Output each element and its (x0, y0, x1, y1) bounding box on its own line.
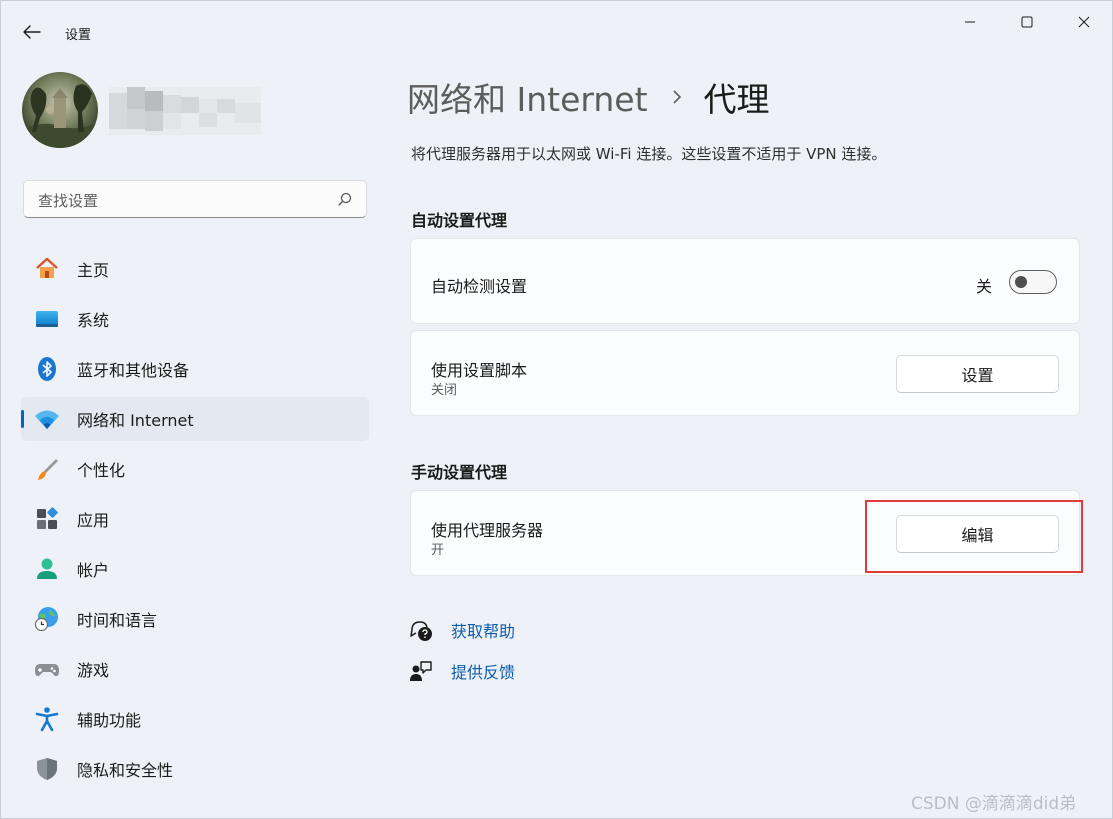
back-arrow-icon (23, 25, 41, 39)
close-button[interactable] (1061, 9, 1107, 35)
give-feedback-label[interactable]: 提供反馈 (451, 659, 515, 683)
search-box[interactable] (23, 180, 367, 218)
accessibility-icon (34, 706, 60, 732)
search-input[interactable] (36, 189, 320, 213)
pixelated-mask-icon (109, 87, 261, 135)
back-button[interactable] (19, 19, 45, 45)
sidebar-item-personalization[interactable]: 个性化 (21, 447, 369, 491)
app-title: 设置 (65, 28, 92, 43)
settings-window: 设置 查找设置 主页 系统 蓝牙和其他设备 网络和 Internet 个性化 应… (0, 0, 1113, 819)
sidebar-item-label: 隐私和安全性 (77, 761, 174, 780)
search-icon[interactable] (338, 192, 352, 206)
auto-detect-label: 自动检测设置 (431, 277, 528, 296)
sidebar-item-label: 系统 (77, 311, 110, 330)
page-title: 代理 (703, 80, 770, 119)
auto-detect-toggle[interactable] (1009, 270, 1057, 294)
sidebar-item-time-language[interactable]: 时间和语言 (21, 597, 369, 641)
blurred-username (109, 87, 261, 135)
feedback-icon (409, 659, 433, 683)
sidebar-item-label: 时间和语言 (77, 611, 158, 630)
toggle-knob (1015, 276, 1027, 288)
chevron-right-icon (672, 89, 682, 105)
sidebar-item-network[interactable]: 网络和 Internet (21, 397, 369, 441)
section-title-auto: 自动设置代理 (411, 211, 508, 230)
proxy-server-status: 开 (431, 543, 445, 558)
sidebar-item-apps[interactable]: 应用 (21, 497, 369, 541)
sidebar-item-system[interactable]: 系统 (21, 297, 369, 341)
setup-script-button[interactable]: 设置 (896, 355, 1059, 393)
apps-icon (34, 506, 60, 532)
sidebar-item-label: 帐户 (77, 561, 110, 580)
home-icon (34, 256, 60, 282)
minimize-icon (965, 21, 975, 23)
sidebar-item-label: 蓝牙和其他设备 (77, 361, 190, 380)
sidebar-item-privacy[interactable]: 隐私和安全性 (21, 747, 369, 791)
avatar[interactable] (22, 72, 98, 148)
sidebar-item-label: 应用 (77, 511, 110, 530)
setup-script-status: 关闭 (431, 383, 458, 398)
get-help-label[interactable]: 获取帮助 (451, 618, 515, 642)
avatar-image-icon (22, 72, 98, 148)
globe-clock-icon (34, 606, 60, 632)
sidebar-item-accessibility[interactable]: 辅助功能 (21, 697, 369, 741)
gamepad-icon (34, 656, 60, 682)
sidebar-item-label: 个性化 (77, 461, 126, 480)
maximize-button[interactable] (1004, 9, 1050, 35)
sidebar-nav: 主页 系统 蓝牙和其他设备 网络和 Internet 个性化 应用 帐户 时间和… (21, 247, 369, 797)
sidebar-item-gaming[interactable]: 游戏 (21, 647, 369, 691)
help-chat-icon (409, 618, 433, 642)
title-bar: 设置 (1, 1, 1112, 45)
sidebar-item-label: 游戏 (77, 661, 110, 680)
setup-script-label: 使用设置脚本 (431, 361, 528, 380)
sidebar-item-accounts[interactable]: 帐户 (21, 547, 369, 591)
shield-icon (34, 756, 60, 782)
setup-script-card: 使用设置脚本 关闭 设置 (410, 330, 1080, 416)
proxy-server-label: 使用代理服务器 (431, 521, 544, 540)
close-icon (1078, 16, 1090, 28)
page-description: 将代理服务器用于以太网或 Wi-Fi 连接。这些设置不适用于 VPN 连接。 (411, 145, 887, 163)
monitor-icon (34, 306, 60, 332)
breadcrumb: 网络和 Internet 代理 (407, 73, 770, 121)
annotation-highlight-box (865, 500, 1083, 573)
toggle-state-label: 关 (976, 277, 993, 296)
sidebar-item-home[interactable]: 主页 (21, 247, 369, 291)
bluetooth-icon (34, 356, 60, 382)
give-feedback-link[interactable]: 提供反馈 (409, 658, 515, 684)
get-help-link[interactable]: 获取帮助 (409, 617, 515, 643)
sidebar-item-bluetooth[interactable]: 蓝牙和其他设备 (21, 347, 369, 391)
sidebar-item-label: 网络和 Internet (77, 411, 194, 430)
wifi-icon (34, 406, 60, 432)
minimize-button[interactable] (947, 9, 993, 35)
sidebar-item-label: 主页 (77, 261, 110, 280)
auto-detect-card: 自动检测设置 关 (410, 238, 1080, 324)
account-icon (34, 556, 60, 582)
watermark: CSDN @滴滴滴did弟 (911, 794, 1077, 814)
brush-icon (34, 456, 60, 482)
breadcrumb-parent[interactable]: 网络和 Internet (407, 73, 648, 121)
maximize-icon (1021, 16, 1033, 28)
sidebar-item-label: 辅助功能 (77, 711, 142, 730)
section-title-manual: 手动设置代理 (411, 463, 508, 482)
